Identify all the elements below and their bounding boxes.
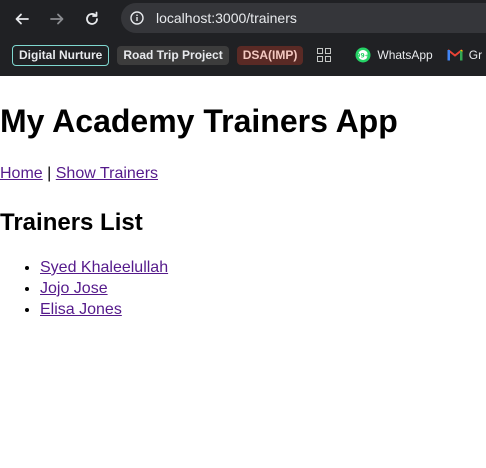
browser-chrome: localhost:3000/trainers Digital Nurture …: [0, 0, 486, 76]
gmail-icon: [447, 49, 463, 61]
bookmark-digital-nurture[interactable]: Digital Nurture: [12, 44, 110, 66]
svg-text:99+: 99+: [357, 52, 370, 59]
list-item: Syed Khaleelullah: [40, 257, 486, 278]
reload-icon: [86, 11, 98, 25]
bookmark-gmail-label: Gr: [468, 48, 483, 62]
trainers-list-heading: Trainers List: [0, 209, 143, 236]
home-link[interactable]: Home: [0, 165, 43, 182]
reload-button[interactable]: [80, 7, 104, 31]
trainer-link[interactable]: Elisa Jones: [40, 301, 122, 318]
site-info-icon[interactable]: [130, 11, 144, 25]
back-arrow-icon: [15, 13, 29, 25]
list-item: Elisa Jones: [40, 299, 486, 320]
trainer-link[interactable]: Syed Khaleelullah: [40, 259, 168, 276]
address-bar[interactable]: localhost:3000/trainers: [121, 3, 486, 33]
whatsapp-icon: 99+: [355, 47, 371, 63]
trainers-list: Syed Khaleelullah Jojo Jose Elisa Jones: [0, 257, 486, 320]
page-title: My Academy Trainers App: [0, 103, 398, 139]
apps-grid-icon[interactable]: [317, 47, 332, 63]
bookmark-gmail[interactable]: Gr: [447, 48, 482, 62]
show-trainers-link[interactable]: Show Trainers: [56, 165, 158, 182]
forward-arrow-icon: [50, 13, 64, 25]
trainer-link[interactable]: Jojo Jose: [40, 280, 108, 297]
top-nav: Home | Show Trainers: [0, 164, 486, 184]
page-content: My Academy Trainers App Home | Show Trai…: [0, 103, 486, 320]
bookmark-whatsapp[interactable]: 99+ WhatsApp: [355, 47, 433, 63]
back-button[interactable]: [10, 7, 34, 31]
bookmarks-bar: Digital Nurture Road Trip Project DSA(IM…: [0, 42, 486, 68]
nav-separator: |: [47, 165, 52, 182]
bookmark-road-trip-project[interactable]: Road Trip Project: [117, 45, 229, 65]
bookmark-dsa-imp[interactable]: DSA(IMP): [236, 45, 304, 65]
bookmark-whatsapp-label: WhatsApp: [377, 48, 433, 62]
url-text[interactable]: localhost:3000/trainers: [156, 10, 297, 26]
list-item: Jojo Jose: [40, 278, 486, 299]
forward-button[interactable]: [45, 7, 69, 31]
